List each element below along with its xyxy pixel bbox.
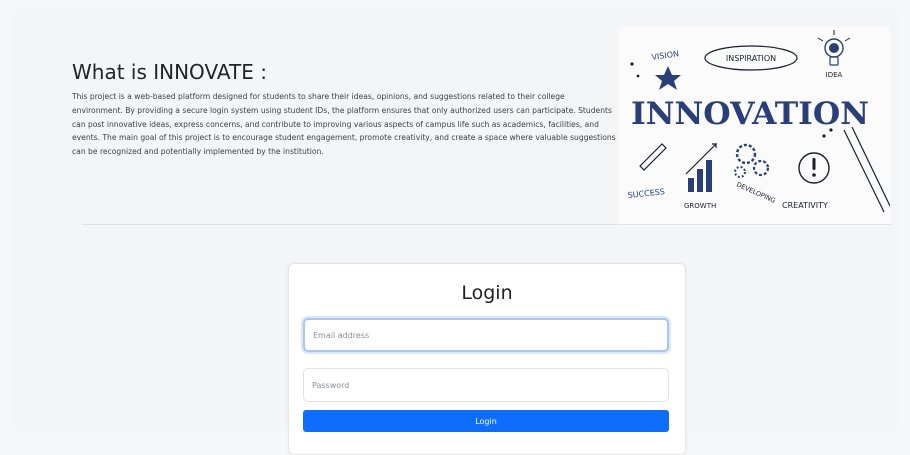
- pencil-icon-edge: [851, 126, 891, 207]
- about-section: What is INNOVATE : This project is a web…: [72, 60, 617, 159]
- exclamation-mark: [812, 158, 816, 170]
- lightbulb-base: [829, 56, 839, 66]
- about-description: This project is a web-based platform des…: [72, 92, 616, 157]
- gear-icon: [752, 159, 770, 177]
- growth-label: GROWTH: [684, 202, 716, 210]
- rocket-icon: [639, 143, 667, 171]
- vision-label: VISION: [651, 49, 680, 62]
- email-field[interactable]: [303, 318, 669, 352]
- exclamation-dot: [812, 173, 816, 177]
- creativity-label: CREATIVITY: [782, 201, 828, 210]
- innovation-illustration-svg: VISION INSPIRATION IDEA INNOVATION SUCCE…: [627, 30, 891, 213]
- growth-bar: [697, 169, 703, 192]
- lightbulb-glow: [829, 43, 839, 53]
- sparkle-dot: [822, 134, 826, 138]
- developing-label: DEVELOPING: [735, 181, 777, 205]
- light-ray: [817, 37, 824, 42]
- sparkle-dot: [829, 128, 833, 132]
- growth-bar: [688, 178, 694, 192]
- about-title: What is INNOVATE :: [72, 60, 267, 84]
- star-icon: [655, 66, 681, 90]
- light-ray: [844, 37, 851, 42]
- gear-icon: [735, 143, 757, 165]
- login-button[interactable]: Login: [303, 410, 669, 432]
- page: What is INNOVATE : This project is a web…: [10, 10, 898, 455]
- idea-label: IDEA: [826, 71, 843, 79]
- section-divider: [82, 224, 892, 225]
- sparkle-dot: [630, 62, 634, 66]
- login-card: Login Login: [288, 263, 686, 455]
- growth-bar: [706, 160, 712, 192]
- pencil-icon: [843, 129, 885, 213]
- success-label: SUCCESS: [627, 187, 665, 200]
- rocket-flame: [632, 170, 640, 178]
- innovation-illustration: VISION INSPIRATION IDEA INNOVATION SUCCE…: [618, 26, 891, 226]
- password-field[interactable]: [303, 368, 669, 402]
- inspiration-label: INSPIRATION: [726, 54, 776, 63]
- gear-icon: [734, 166, 746, 178]
- login-title: Login: [461, 282, 513, 304]
- innovation-headline: INNOVATION: [631, 96, 869, 132]
- sparkle-dot: [636, 74, 640, 78]
